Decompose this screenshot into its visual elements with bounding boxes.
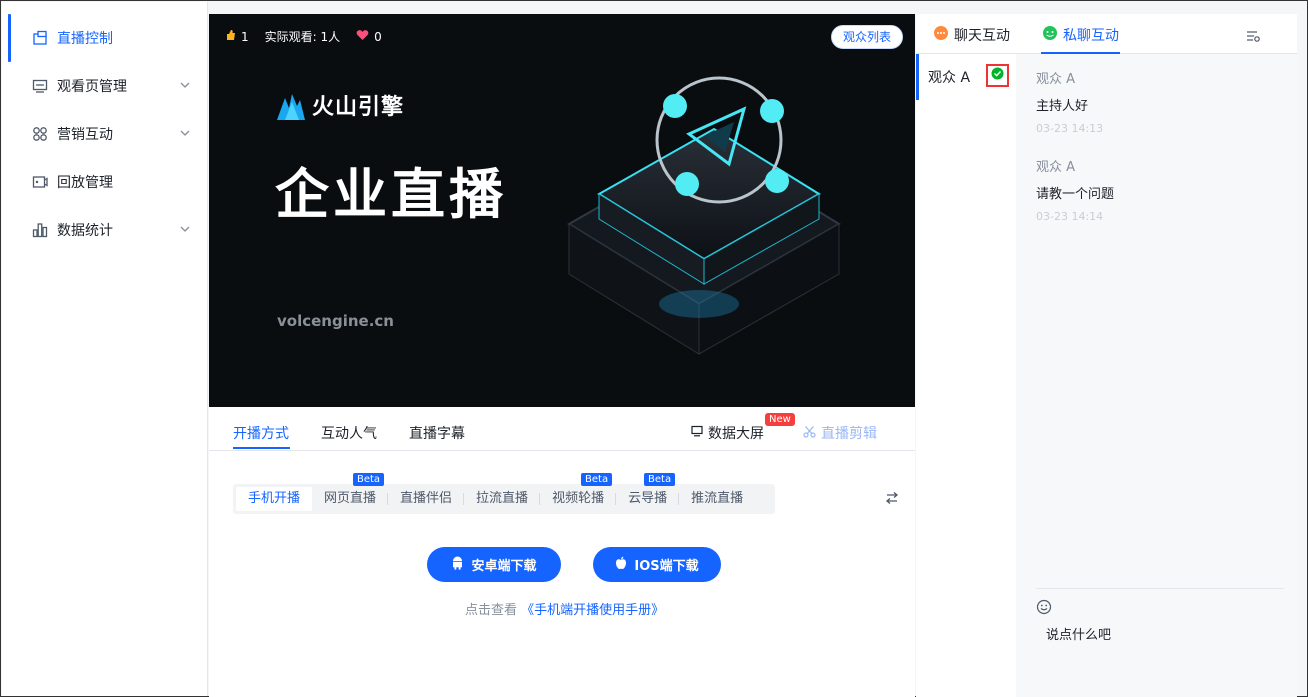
heart-icon [356, 29, 369, 44]
app-frame: 直播控制 观看页管理 营销互动 回放管理 数据统计 1 实际观看: 1人 0 观… [0, 0, 1308, 697]
chat-bubble-icon [933, 25, 949, 45]
sidebar-item-replay[interactable]: 回放管理 [2, 158, 207, 206]
video-preview: 1 实际观看: 1人 0 观众列表 火山引擎 企业直播 volcengine.c… [209, 14, 915, 407]
mobile-manual-hint: 点击查看 《手机端开播使用手册》 [465, 603, 665, 618]
chevron-down-icon [179, 127, 191, 143]
chat-tabs: 聊天互动 私聊互动 [916, 14, 1297, 54]
watch-page-icon [32, 78, 48, 94]
method-push-stream[interactable]: 推流直播 [679, 487, 755, 511]
chevron-down-icon [179, 223, 191, 239]
chat-input[interactable] [1046, 623, 1276, 647]
input-divider [1036, 588, 1284, 589]
start-method-selector: 手机开播 网页直播 Beta 直播伴侣 拉流直播 视频轮播 Beta 云导播 Beta… [233, 473, 775, 514]
sidebar-item-label: 回放管理 [57, 175, 113, 191]
sidebar-item-marketing[interactable]: 营销互动 [2, 110, 207, 158]
private-chat-icon [1042, 25, 1058, 45]
private-chat-user-list: 观众 A [916, 54, 1016, 697]
tab-start-method[interactable]: 开播方式 [233, 423, 289, 443]
chevron-down-icon [179, 79, 191, 95]
live-control-icon [32, 30, 48, 46]
tab-active-indicator [233, 447, 290, 449]
hearts-stat: 0 [356, 29, 382, 44]
message-area: 观众 A 主持人好 03-23 14:13 观众 A 请教一个问题 03-23 … [1016, 54, 1297, 697]
check-circle-icon [991, 67, 1004, 84]
tab-popularity[interactable]: 互动人气 [321, 423, 377, 443]
message-text: 主持人好 [1036, 99, 1089, 114]
chat-panel: 聊天互动 私聊互动 观众 A 观众 A 主持人好 03-23 14:13 观众 … [916, 14, 1297, 697]
method-web[interactable]: 网页直播 Beta [312, 473, 389, 511]
live-stats: 1 实际观看: 1人 0 [225, 28, 382, 45]
replay-icon [32, 174, 48, 190]
method-cloud-director[interactable]: 云导播 Beta [616, 473, 680, 511]
marketing-icon [32, 126, 48, 142]
chat-message: 观众 A 请教一个问题 03-23 14:14 [1036, 156, 1114, 223]
live-clip-button[interactable]: 直播剪辑 [803, 423, 877, 443]
sidebar-item-label: 直播控制 [57, 31, 113, 47]
emoji-icon[interactable] [1036, 599, 1052, 619]
new-badge: New [765, 413, 795, 426]
sidebar: 直播控制 观看页管理 营销互动 回放管理 数据统计 [2, 2, 208, 696]
sidebar-item-label: 数据统计 [57, 223, 113, 239]
method-companion[interactable]: 直播伴侣 [388, 487, 465, 511]
sidebar-item-stats[interactable]: 数据统计 [2, 206, 207, 254]
beta-badge: Beta [644, 473, 676, 486]
likes-stat: 1 [225, 29, 249, 44]
stats-icon [32, 222, 48, 238]
monitor-icon [691, 425, 703, 441]
message-text: 请教一个问题 [1036, 187, 1115, 202]
sidebar-item-live-control[interactable]: 直播控制 [2, 14, 207, 62]
main-panel: 1 实际观看: 1人 0 观众列表 火山引擎 企业直播 volcengine.c… [209, 14, 915, 697]
brand-logo: 火山引擎 [277, 89, 404, 121]
beta-badge: Beta [352, 473, 385, 486]
method-video-loop[interactable]: 视频轮播 Beta [540, 473, 617, 511]
sidebar-item-label: 营销互动 [57, 127, 113, 143]
big-screen-button[interactable]: 数据大屏 [691, 423, 764, 443]
chat-message: 观众 A 主持人好 03-23 14:13 [1036, 68, 1103, 135]
thumbs-up-icon [225, 29, 236, 44]
mobile-manual-link[interactable]: 《手机端开播使用手册》 [521, 603, 664, 618]
tab-subtitles[interactable]: 直播字幕 [409, 423, 465, 443]
filter-settings-icon[interactable] [1246, 29, 1260, 47]
live-cube-illustration [567, 76, 841, 355]
ios-download-button[interactable]: IOS端下载 [593, 547, 721, 582]
video-domain: volcengine.cn [277, 312, 394, 330]
message-time: 03-23 14:13 [1036, 122, 1104, 135]
method-pull-stream[interactable]: 拉流直播 [464, 487, 541, 511]
sidebar-item-watch-page[interactable]: 观看页管理 [2, 62, 207, 110]
beta-badge: Beta [581, 473, 613, 486]
message-time: 03-23 14:14 [1036, 210, 1104, 223]
viewers-stat: 实际观看: 1人 [264, 30, 341, 44]
control-tabs: 开播方式 互动人气 直播字幕 数据大屏 直播剪辑 [209, 407, 915, 451]
method-mobile[interactable]: 手机开播 [236, 487, 313, 511]
volcano-logo-icon [277, 94, 305, 120]
message-sender: 观众 A [1036, 160, 1076, 175]
tab-chat-private[interactable]: 私聊互动 [1042, 25, 1119, 45]
online-status-highlight [986, 64, 1009, 87]
android-download-button[interactable]: 安卓端下载 [427, 547, 561, 582]
android-icon [451, 556, 464, 574]
tab-chat-public[interactable]: 聊天互动 [933, 25, 1010, 45]
video-headline: 企业直播 [275, 163, 507, 226]
switch-icon[interactable] [885, 491, 899, 509]
apple-icon [615, 556, 627, 574]
scissors-icon [803, 425, 816, 442]
message-sender: 观众 A [1036, 72, 1076, 87]
sidebar-item-label: 观看页管理 [57, 79, 127, 95]
audience-list-button[interactable]: 观众列表 [830, 25, 903, 49]
